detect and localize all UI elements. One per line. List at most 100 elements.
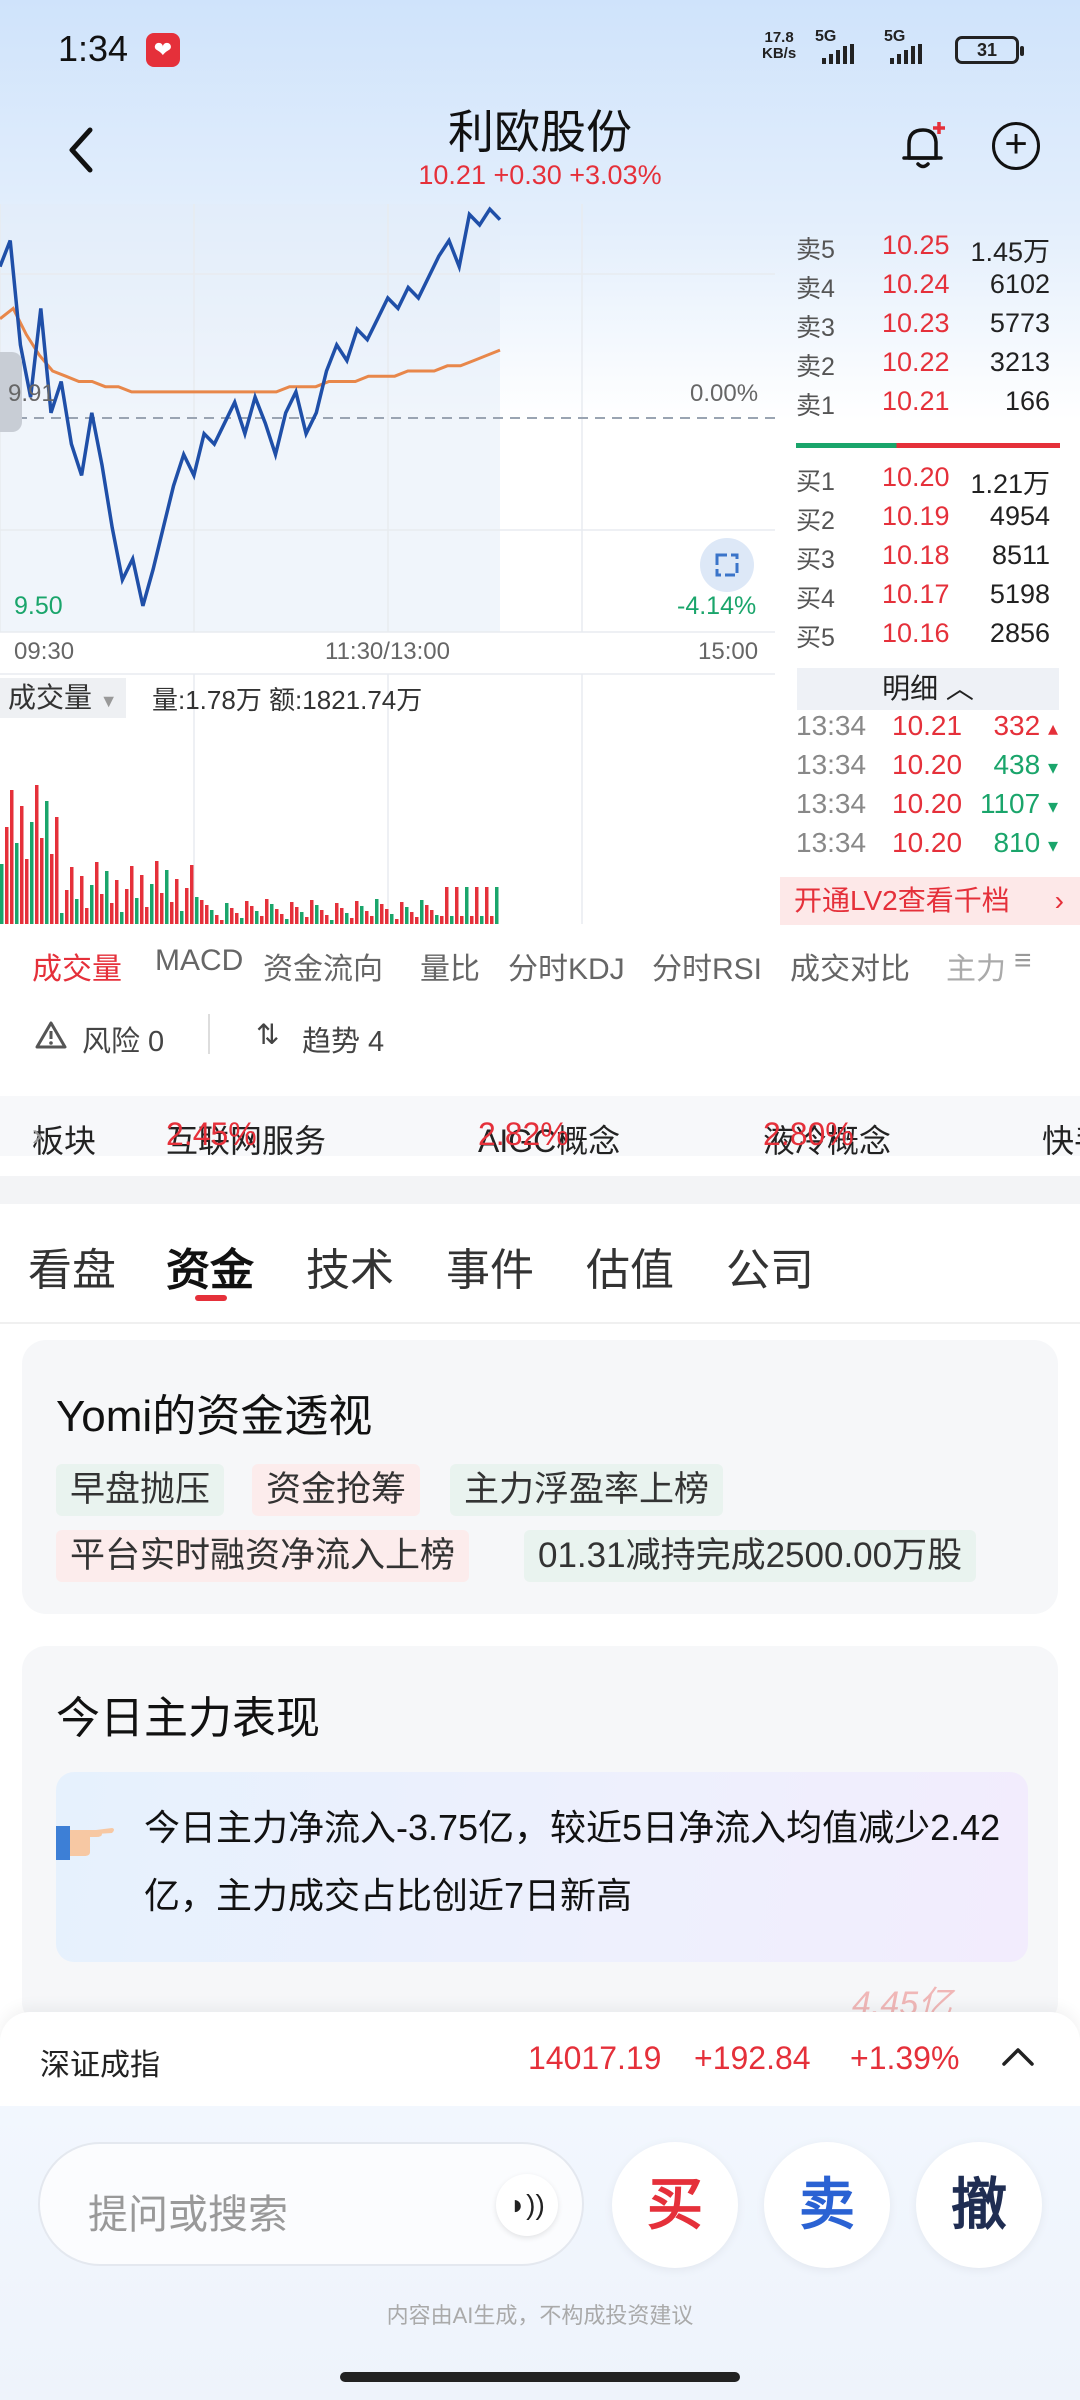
ind-tab-rsi[interactable]: 分时RSI [652, 944, 762, 988]
bid-price: 10.20 [882, 462, 950, 492]
ind-tab-kdj[interactable]: 分时KDJ [508, 944, 625, 988]
volume-bar [70, 867, 74, 924]
tab-technical[interactable]: 技术 [306, 1234, 394, 1298]
sell-button[interactable]: 卖 [764, 2142, 890, 2268]
volume-bar [20, 806, 24, 924]
bid-row[interactable]: 买4 10.17 5198 [780, 579, 1070, 617]
tick-price: 10.20 [892, 827, 963, 858]
tab-capital[interactable]: 资金 [166, 1234, 254, 1298]
volume-bar [195, 897, 199, 924]
volume-bar [390, 914, 394, 924]
tab-market[interactable]: 看盘 [28, 1234, 116, 1298]
ask-row[interactable]: 卖1 10.21 166 [780, 386, 1070, 424]
cancel-order-button[interactable]: 撤 [916, 2142, 1042, 2268]
ind-tab-compare[interactable]: 成交对比 [790, 944, 910, 988]
trend-button[interactable]: 趋势 4 [302, 1018, 384, 1060]
bid-volume: 2856 [989, 618, 1050, 648]
intraday-chart[interactable]: 9.91 0.00% 9.50 -4.14% 09:30 11:30/13:00… [0, 204, 775, 924]
volume-bar [375, 899, 379, 924]
volume-bar [85, 908, 89, 924]
volume-bar [475, 887, 479, 924]
volume-bar [395, 919, 399, 924]
volume-bar [65, 890, 69, 924]
indicator-tabs: 成交量 MACD 资金流向 量比 分时KDJ 分时RSI 成交对比 主力 ≡ [0, 940, 1080, 990]
bid-row[interactable]: 买1 10.20 1.21万 [780, 462, 1070, 500]
expand-up-icon[interactable] [1000, 2042, 1036, 2077]
volume-bar [425, 905, 429, 924]
ind-tab-main[interactable]: 主力 [946, 944, 1006, 988]
insight-chip[interactable]: 主力浮盈率上榜 [450, 1464, 724, 1516]
volume-bar [240, 918, 244, 924]
fullscreen-icon[interactable] [700, 538, 754, 592]
insight-chip[interactable]: 资金抢筹 [252, 1464, 421, 1516]
bid-price: 10.17 [882, 579, 950, 609]
volume-bar [210, 910, 214, 924]
bottom-action-bar: 提问或搜索 ◗)) 买 卖 撤 内容由AI生成，不构成投资建议 [0, 2106, 1080, 2400]
add-watchlist-icon[interactable]: + [992, 122, 1040, 170]
volume-bar [50, 854, 54, 924]
ind-tab-capital-flow[interactable]: 资金流向 [263, 944, 383, 988]
tick-price: 10.21 [892, 710, 963, 741]
search-input[interactable]: 提问或搜索 ◗)) [38, 2142, 584, 2266]
ask-row[interactable]: 卖3 10.23 5773 [780, 308, 1070, 346]
volume-bar [445, 887, 449, 924]
detail-toggle[interactable]: 明细 ︿ [797, 668, 1059, 710]
ask-volume: 3213 [989, 347, 1050, 377]
x-tick-start: 09:30 [14, 638, 75, 665]
volume-bar [315, 905, 319, 924]
insight-chip[interactable]: 早盘抛压 [56, 1464, 225, 1516]
price-change-line: 10.21 +0.30 +3.03% [418, 160, 662, 190]
ind-settings-icon[interactable]: ≡ [1014, 944, 1032, 978]
tab-company[interactable]: 公司 [726, 1234, 814, 1298]
trade-tick: 13:34 10.20 810 ▾ [780, 827, 1080, 865]
performance-title: 今日主力表现 [56, 1694, 320, 1743]
ref-pct-label: 0.00% [690, 380, 759, 407]
volume-bar [455, 887, 459, 924]
ind-tab-macd[interactable]: MACD [155, 944, 243, 978]
capital-card-title: Yomi的资金透视 [56, 1392, 373, 1441]
alert-bell-icon[interactable] [895, 118, 951, 174]
volume-bar [430, 910, 434, 924]
volume-bar [370, 916, 374, 924]
ask-label: 卖3 [796, 314, 835, 342]
volume-bar [490, 916, 494, 924]
bid-row[interactable]: 买2 10.19 4954 [780, 501, 1070, 539]
tab-events[interactable]: 事件 [446, 1234, 534, 1298]
ask-row[interactable]: 卖2 10.22 3213 [780, 347, 1070, 385]
voice-icon[interactable]: ◗)) [496, 2174, 558, 2236]
risk-trend-row: 风险 0 ⇅ 趋势 4 [0, 1010, 1080, 1070]
back-arrow-icon[interactable] [60, 120, 100, 180]
volume-info: 量:1.78万 额:1821.74万 [152, 685, 423, 715]
ind-tab-volume[interactable]: 成交量 [32, 944, 122, 988]
tab-valuation[interactable]: 估值 [586, 1234, 674, 1298]
risk-button[interactable]: 风险 0 [82, 1018, 164, 1060]
volume-bar [145, 907, 149, 924]
volume-bar [310, 900, 314, 924]
ask-row[interactable]: 卖4 10.24 6102 [780, 269, 1070, 307]
bid-row[interactable]: 买5 10.16 2856 [780, 618, 1070, 656]
ind-tab-volume-ratio[interactable]: 量比 [420, 944, 480, 988]
lv2-upgrade-link[interactable]: 开通LV2查看千档 › [780, 877, 1080, 925]
performance-summary: 今日主力净流入-3.75亿，较近5日净流入均值减少2.42亿，主力成交占比创近7… [56, 1772, 1028, 1962]
tick-price: 10.20 [892, 749, 963, 780]
bid-row[interactable]: 买3 10.18 8511 [780, 540, 1070, 578]
home-indicator[interactable] [340, 2372, 740, 2382]
volume-bar [420, 900, 424, 924]
buy-button[interactable]: 买 [612, 2142, 738, 2268]
index-ticker-bar[interactable]: 深证成指 14017.19 +192.84 +1.39% [0, 2012, 1080, 2108]
volume-bar [180, 911, 184, 924]
performance-text: 今日主力净流入-3.75亿，较近5日净流入均值减少2.42亿，主力成交占比创近7… [144, 1807, 1001, 1916]
network-speed: 17.8 KB/s [762, 29, 797, 62]
volume-bar [270, 904, 274, 924]
ref-price-label: 9.91 [8, 380, 55, 407]
volume-bar [460, 916, 464, 924]
volume-bar [465, 887, 469, 924]
tick-direction-icon: ▾ [1047, 796, 1058, 818]
volume-bar [95, 862, 99, 924]
volume-bar [355, 901, 359, 924]
insight-chip[interactable]: 01.31减持完成2500.00万股 [524, 1530, 977, 1582]
insight-chip[interactable]: 平台实时融资净流入上榜 [56, 1530, 470, 1582]
volume-selector[interactable]: 成交量 ▼ [0, 678, 126, 718]
index-change: +192.84 [694, 2040, 811, 2076]
ask-row[interactable]: 卖5 10.25 1.45万 [780, 230, 1070, 268]
